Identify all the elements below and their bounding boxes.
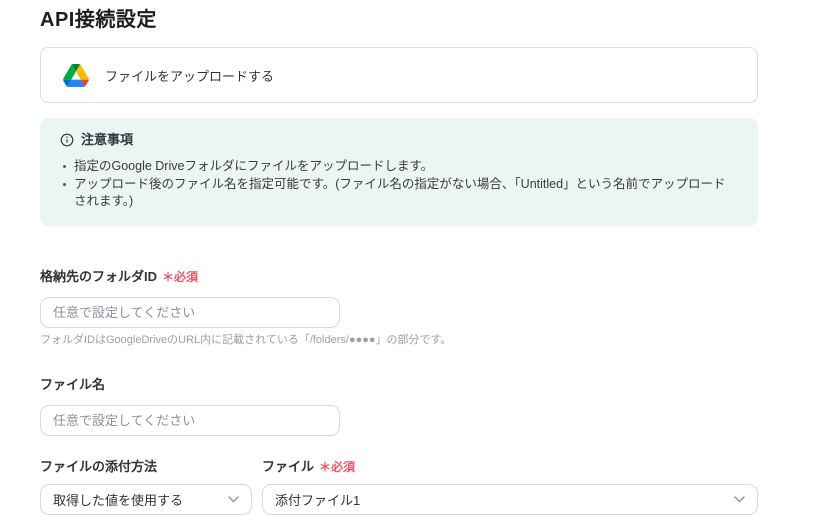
google-drive-icon [63, 63, 89, 87]
settings-form: 格納先のフォルダID ＊必須 フォルダIDはGoogleDriveのURL内に記… [40, 269, 758, 515]
folder-id-helper: フォルダIDはGoogleDriveのURL内に記載されている「/folders… [40, 333, 452, 346]
file-label: ファイル [262, 458, 315, 474]
chevron-down-icon [734, 495, 745, 502]
attach-method-label: ファイルの添付方法 [40, 458, 158, 474]
notice-title: 注意事項 [81, 132, 134, 147]
field-folder-id: 格納先のフォルダID ＊必須 フォルダIDはGoogleDriveのURL内に記… [40, 269, 758, 347]
notice-header: 注意事項 [60, 132, 738, 148]
notice-item: アップロード後のファイル名を指定可能です。(ファイル名の指定がない場合、「Unt… [60, 176, 738, 211]
page-title: API接続設定 [40, 9, 157, 31]
upload-action-card[interactable]: ファイルをアップロードする [40, 47, 758, 103]
attachment-row: ファイルの添付方法 取得した値を使用する ファイル ＊必須 添付ファイル1 [40, 459, 758, 515]
chevron-down-icon [228, 495, 239, 502]
file-select[interactable]: 添付ファイル1 [262, 483, 758, 515]
file-name-label: ファイル名 [40, 376, 106, 392]
field-file: ファイル ＊必須 添付ファイル1 [262, 459, 758, 515]
attach-method-select[interactable]: 取得した値を使用する [40, 483, 252, 515]
folder-id-input[interactable] [40, 296, 340, 328]
folder-id-label-row: 格納先のフォルダID ＊必須 [40, 269, 758, 285]
upload-action-label: ファイルをアップロードする [105, 68, 275, 84]
folder-id-label: 格納先のフォルダID [40, 268, 158, 284]
file-name-input[interactable] [40, 404, 340, 436]
file-label-row: ファイル ＊必須 [262, 459, 758, 475]
required-badge: ＊必須 [319, 459, 356, 474]
attach-method-value: 取得した値を使用する [53, 492, 184, 508]
attach-method-label-row: ファイルの添付方法 [40, 459, 252, 475]
field-attach-method: ファイルの添付方法 取得した値を使用する [40, 459, 252, 515]
required-badge: ＊必須 [162, 269, 199, 284]
notice-item: 指定のGoogle Driveフォルダにファイルをアップロードします。 [60, 158, 738, 176]
notice-list: 指定のGoogle Driveフォルダにファイルをアップロードします。 アップロ… [60, 158, 738, 211]
file-select-value: 添付ファイル1 [275, 492, 361, 508]
notice-box: 注意事項 指定のGoogle Driveフォルダにファイルをアップロードします。… [40, 118, 758, 226]
info-circle-icon [60, 133, 74, 147]
file-name-label-row: ファイル名 [40, 377, 758, 393]
field-file-name: ファイル名 [40, 377, 758, 436]
api-settings-page: API接続設定 ファイルをアップロードする 注意事項 指定のGoogle Dri… [0, 0, 758, 515]
